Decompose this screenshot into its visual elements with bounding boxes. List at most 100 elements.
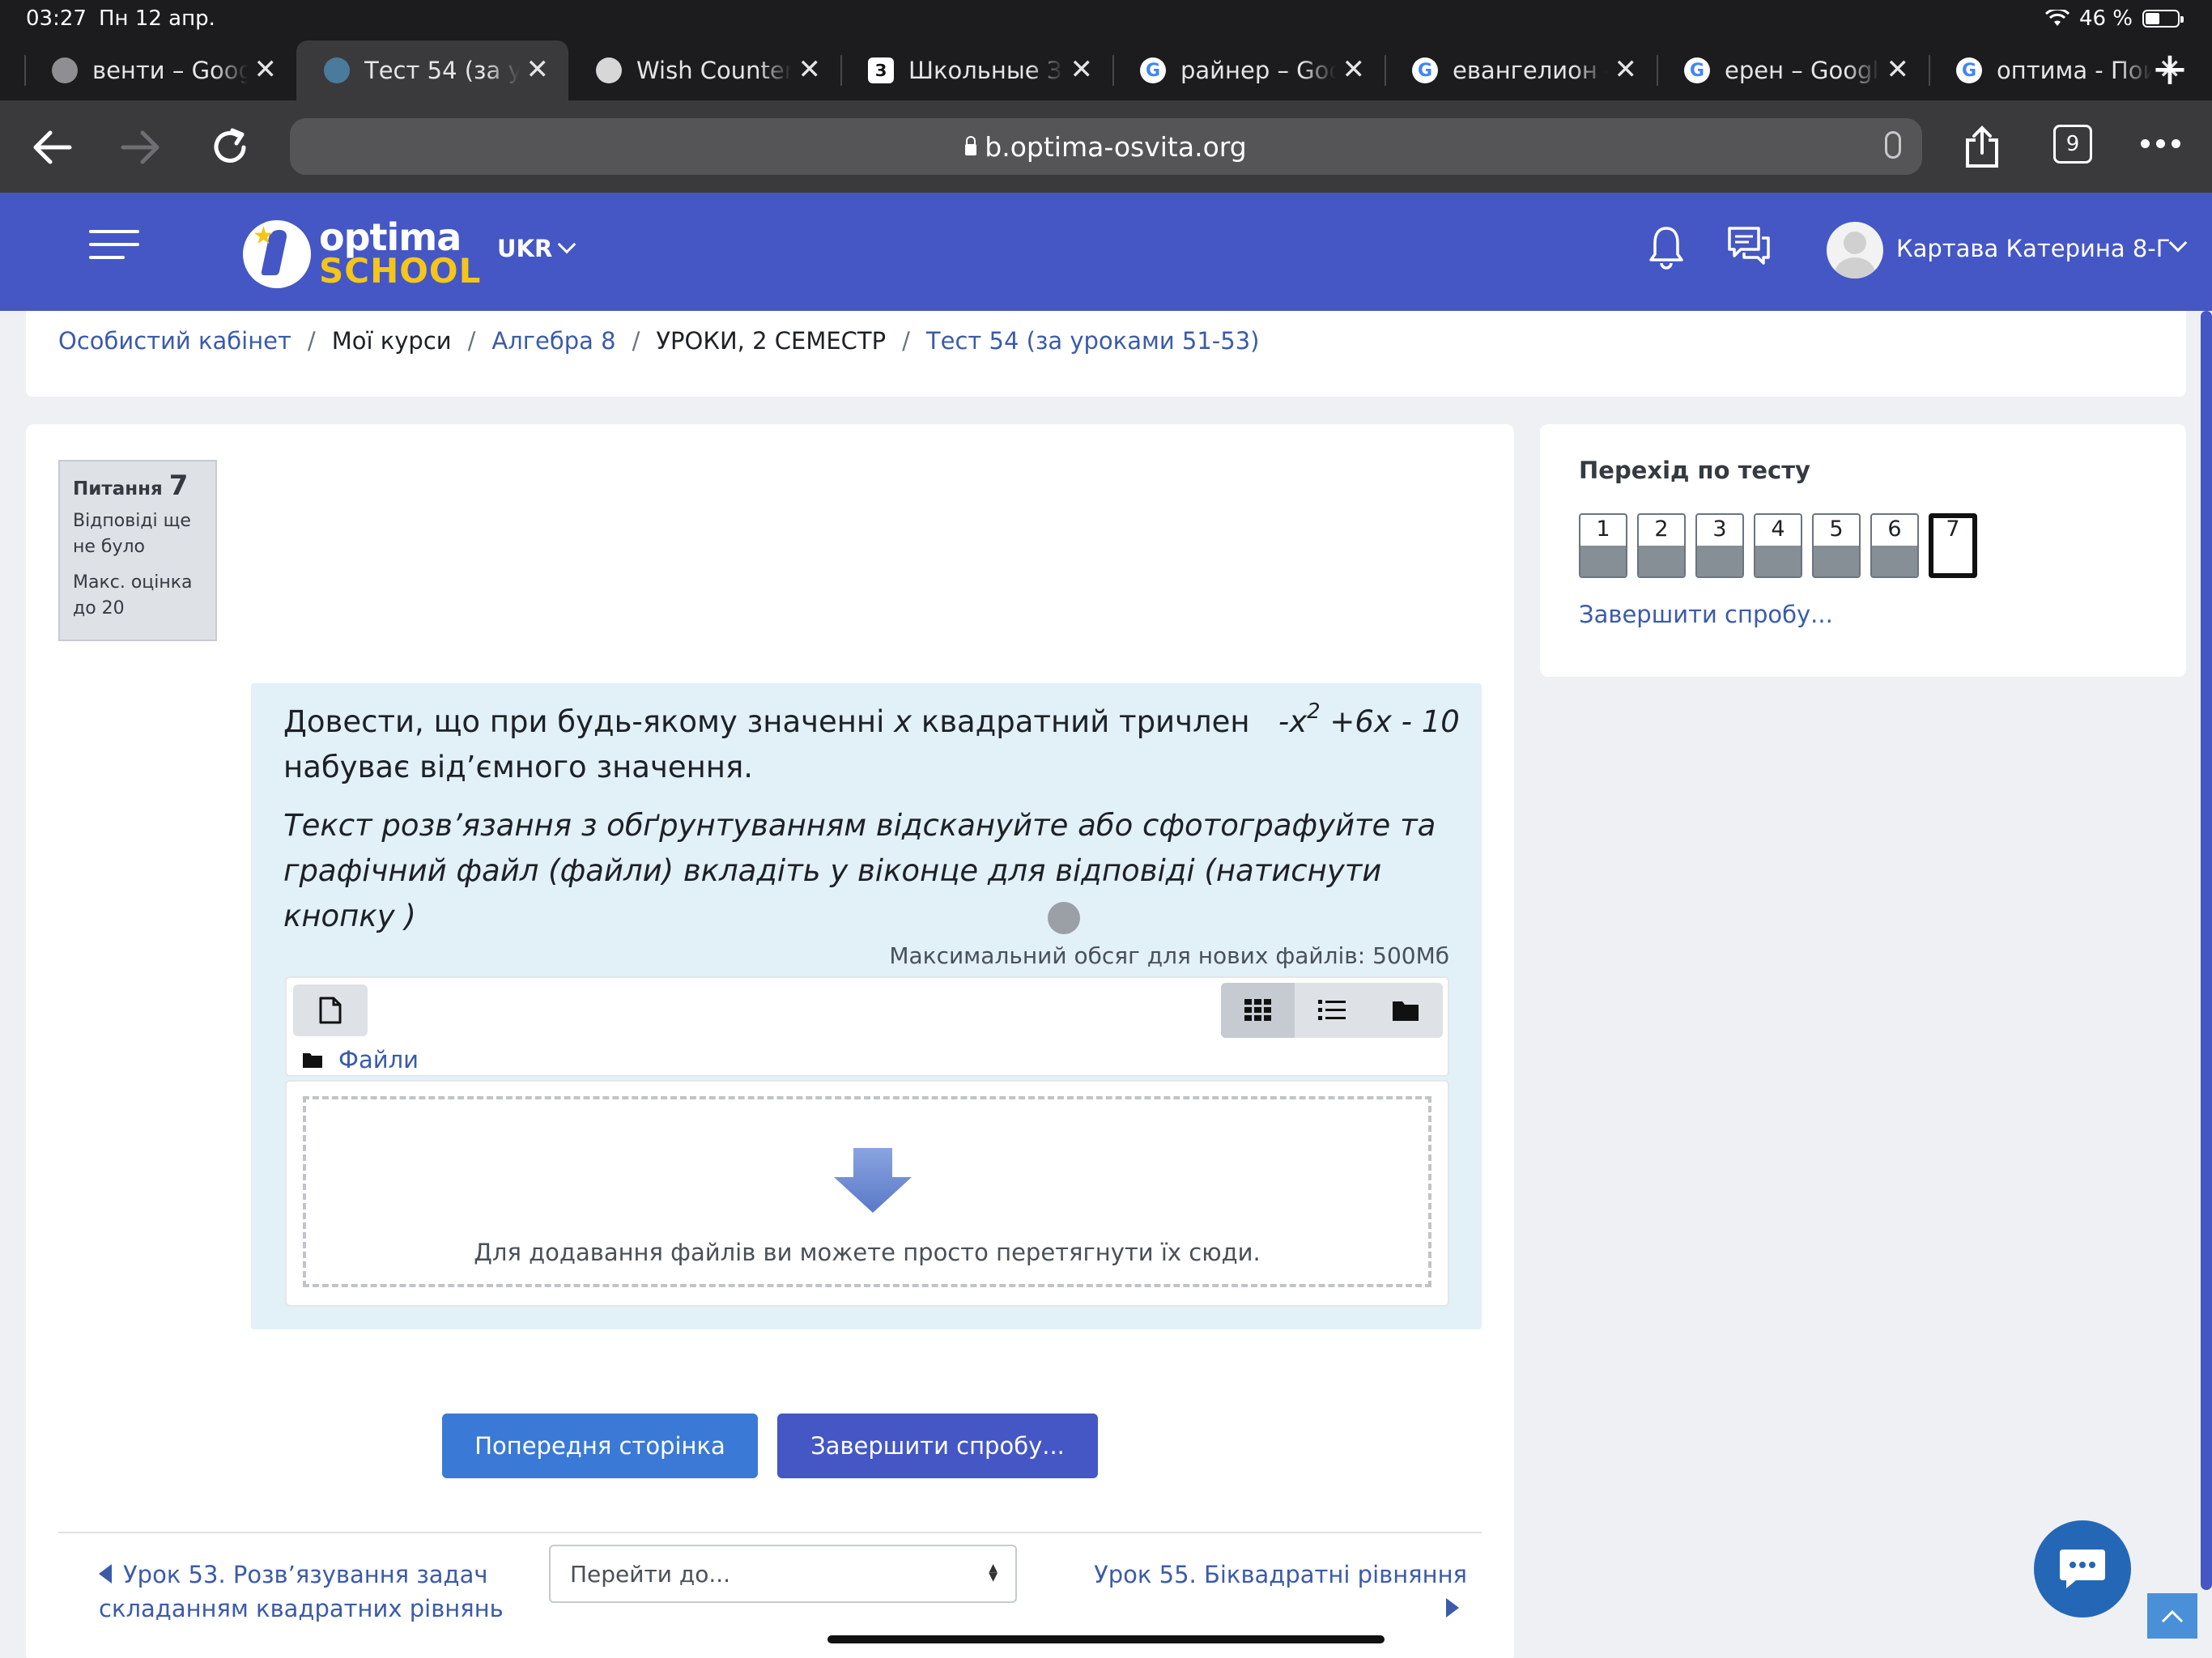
breadcrumb-item[interactable]: Алгебра 8	[491, 327, 615, 355]
add-file-button[interactable]	[293, 984, 368, 1036]
quiz-nav-number: 1	[1596, 517, 1610, 542]
math-expression: -x2 +6x - 10	[1278, 701, 1460, 739]
browser-tab-label: оптима - Поиск	[1997, 57, 2152, 84]
quiz-navigation-buttons: 1 2 3 4 5 6 7	[1579, 513, 1977, 578]
chat-widget-button[interactable]	[2034, 1520, 2131, 1618]
loading-indicator	[1048, 902, 1080, 934]
quiz-nav-number: 3	[1712, 517, 1727, 542]
download-arrow-icon	[834, 1148, 912, 1213]
hat-icon	[324, 57, 350, 83]
files-folder-link[interactable]: Файли	[338, 1046, 419, 1073]
browser-toolbar: b.optima-osvita.org 9	[0, 100, 2212, 193]
browser-tab[interactable]: Тест 54 (за уроками)✕	[296, 40, 568, 100]
back-button[interactable]	[28, 123, 76, 172]
messages-icon[interactable]	[1726, 225, 1772, 270]
breadcrumb-item[interactable]: Тест 54 (за уроками 51-53)	[926, 327, 1260, 355]
microphone-icon[interactable]	[1885, 131, 1901, 159]
file-drop-zone[interactable]: Для додавання файлів ви можете просто пе…	[303, 1096, 1431, 1287]
scroll-to-top-button[interactable]	[2147, 1593, 2197, 1639]
quiz-nav-question-3[interactable]: 3	[1695, 513, 1744, 578]
home-indicator	[827, 1635, 1385, 1643]
view-switcher	[1221, 983, 1443, 1038]
status-time: 03:27	[26, 6, 87, 31]
breadcrumb-separator: /	[632, 327, 640, 355]
browser-tab[interactable]: Gрайнер – Google✕	[1112, 40, 1385, 100]
filemanager-toolbar: Файли	[285, 976, 1449, 1077]
previous-page-button[interactable]: Попередня сторінка	[442, 1414, 758, 1478]
files-path[interactable]: Файли	[303, 1046, 419, 1073]
tab-bar: венти – Google✕Тест 54 (за уроками)✕Wish…	[24, 40, 2201, 100]
close-tab-icon[interactable]: ✕	[254, 56, 278, 83]
close-tab-icon[interactable]: ✕	[1342, 56, 1366, 83]
drop-instructions: Для додавання файлів ви можете просто пе…	[474, 1239, 1261, 1266]
question-card: Питання 7 Відповіді ще не було Макс. оці…	[26, 424, 1514, 1658]
notifications-bell-icon[interactable]	[1648, 225, 1684, 274]
quiz-nav-question-2[interactable]: 2	[1637, 513, 1686, 578]
breadcrumb-item[interactable]: Особистий кабінет	[58, 327, 291, 355]
view-list-button[interactable]	[1295, 983, 1368, 1038]
math-expr-end: +6x - 10	[1329, 704, 1460, 739]
jump-to-select[interactable]: Перейти до... ▲ ▼	[549, 1545, 1017, 1603]
answered-indicator	[1814, 546, 1859, 576]
question-text-part: квадратний тричлен	[921, 704, 1250, 739]
url-text: b.optima-osvita.org	[985, 130, 1247, 163]
user-name[interactable]: Картава Катерина 8-Г	[1896, 235, 2170, 262]
more-menu-button[interactable]	[2141, 139, 2180, 148]
browser-tab[interactable]: З Школьные Знания✕	[840, 40, 1112, 100]
close-tab-icon[interactable]: ✕	[1070, 56, 1094, 83]
browser-tab[interactable]: венти – Google✕	[24, 40, 296, 100]
close-tab-icon[interactable]: ✕	[1614, 56, 1638, 83]
menu-toggle-icon[interactable]	[89, 230, 139, 261]
language-switch[interactable]: UKR	[497, 235, 576, 262]
question-label: Питання	[73, 478, 163, 500]
znaniya-icon: З	[868, 57, 894, 83]
wifi-icon	[2044, 10, 2069, 28]
close-tab-icon[interactable]: ✕	[1887, 56, 1910, 83]
quiz-nav-question-1[interactable]: 1	[1579, 513, 1627, 578]
view-tree-button[interactable]	[1369, 983, 1443, 1038]
previous-lesson-link[interactable]: Урок 53. Розв’язування задач складанням …	[99, 1558, 504, 1626]
close-tab-icon[interactable]: ✕	[798, 56, 822, 83]
question-text-part: Довести, що при будь-якому значенні	[283, 704, 885, 739]
answered-indicator	[1639, 546, 1684, 576]
question-max-grade: Макс. оцінка до 20	[73, 572, 193, 619]
file-drop-container: Для додавання файлів ви можете просто пе…	[285, 1080, 1449, 1307]
site-header: ★ optima SCHOOL UKR Картава Катерина 8-Г	[0, 193, 2212, 311]
next-lesson-link[interactable]: Урок 55. Біквадратні рівняння	[981, 1558, 1467, 1618]
quiz-nav-question-7[interactable]: 7	[1929, 513, 1977, 578]
logo-text-bottom: SCHOOL	[319, 251, 482, 291]
quiz-nav-question-6[interactable]: 6	[1870, 513, 1919, 578]
logo-star-icon: ★	[253, 222, 274, 250]
arrow-left-icon	[99, 1564, 112, 1584]
status-indicators: 46 %	[2044, 6, 2184, 31]
tab-overview-button[interactable]: 9	[2053, 125, 2092, 164]
status-bar: 03:27 Пн 12 апр. 46 %	[0, 0, 2212, 40]
max-file-size: Максимальний обсяг для нових файлів: 500…	[889, 942, 1449, 969]
reload-button[interactable]	[206, 123, 254, 172]
quiz-nav-question-4[interactable]: 4	[1754, 513, 1802, 578]
view-icons-button[interactable]	[1221, 983, 1295, 1038]
next-lesson-label: Урок 55. Біквадратні рівняння	[1094, 1561, 1467, 1588]
browser-tab[interactable]: Gерен – Google ✕	[1657, 40, 1929, 100]
question-content: Довести, що при будь-якому значенні x кв…	[251, 683, 1482, 1329]
user-avatar[interactable]	[1827, 222, 1883, 278]
page-scrollbar[interactable]	[2201, 311, 2212, 1590]
finish-attempt-link[interactable]: Завершити спробу...	[1579, 601, 1833, 628]
url-bar[interactable]: b.optima-osvita.org	[290, 118, 1922, 175]
browser-tab[interactable]: Wish Counter - ✕	[568, 40, 840, 100]
quiz-nav-question-5[interactable]: 5	[1812, 513, 1861, 578]
battery-icon	[2142, 10, 2184, 28]
answered-indicator	[1697, 546, 1742, 576]
finish-attempt-button[interactable]: Завершити спробу...	[777, 1414, 1098, 1478]
answered-indicator	[1755, 546, 1801, 576]
close-tab-icon[interactable]: ✕	[526, 56, 550, 83]
optima-school-logo[interactable]: ★ optima SCHOOL	[243, 215, 480, 291]
browser-tab[interactable]: Gевангелион – Google✕	[1385, 40, 1657, 100]
new-tab-button[interactable]: +	[2146, 45, 2194, 94]
quiz-navigation-title: Перехід по тесту	[1579, 457, 1810, 484]
share-button[interactable]	[1958, 123, 2006, 172]
forward-button[interactable]	[117, 123, 165, 172]
math-exponent: 2	[1307, 699, 1321, 724]
breadcrumb: Особистий кабінет / Мої курси / Алгебра 8 / УР…	[58, 327, 1260, 355]
user-menu-chevron-icon[interactable]	[2168, 233, 2188, 253]
